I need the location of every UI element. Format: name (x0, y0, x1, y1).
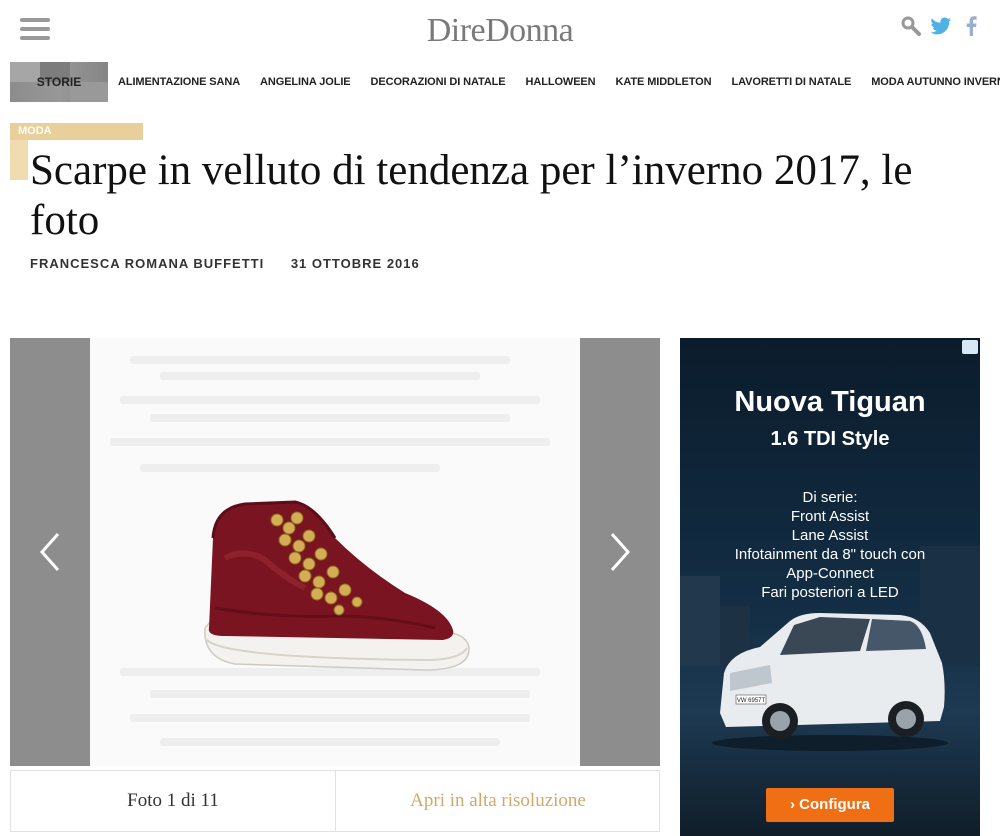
ad-feature: Fari posteriori a LED (761, 584, 899, 601)
nav-storie-button[interactable]: STORIE (10, 62, 108, 102)
ad-features: Di serie: Front Assist Lane Assist Infot… (680, 488, 980, 602)
photo-gallery (10, 338, 660, 766)
header-icons (900, 14, 982, 38)
twitter-icon[interactable] (930, 14, 952, 38)
configura-label: Configura (799, 796, 870, 813)
chevron-right-icon: › (790, 796, 800, 813)
car-image: VW 6957T (712, 613, 948, 751)
nav-item-alimentazione-sana[interactable]: ALIMENTAZIONE SANA (118, 76, 240, 88)
nav-item-moda-autunno-inverno[interactable]: MODA AUTUNNO INVERNO (871, 76, 1000, 88)
article-title: Scarpe in velluto di tendenza per l’inve… (30, 147, 913, 244)
gallery-counter: Foto 1 di 11 (127, 790, 219, 811)
main-nav: STORIE ALIMENTAZIONE SANA ANGELINA JOLIE… (10, 62, 1000, 104)
category-decoration (10, 140, 28, 180)
gallery-photo[interactable] (90, 338, 580, 766)
article-meta: FRANCESCA ROMANA BUFFETTI 31 OTTOBRE 201… (30, 256, 420, 271)
ad-feature: App-Connect (786, 565, 874, 582)
nav-items: ALIMENTAZIONE SANA ANGELINA JOLIE DECORA… (118, 76, 1000, 88)
nav-item-kate-middleton[interactable]: KATE MIDDLETON (616, 76, 712, 88)
nav-item-decorazioni-di-natale[interactable]: DECORAZIONI DI NATALE (371, 76, 506, 88)
search-icon[interactable] (900, 14, 922, 38)
ad-feature: Front Assist (790, 508, 870, 525)
category-badge[interactable]: MODA (10, 123, 143, 140)
ad-feature: Lane Assist (791, 527, 869, 544)
adchoices-icon[interactable] (962, 340, 978, 354)
gallery-next-button[interactable] (580, 338, 660, 766)
chevron-left-icon (39, 533, 60, 571)
ad-banner[interactable]: Nuova Tiguan 1.6 TDI Style Di serie: Fro… (680, 338, 980, 836)
facebook-icon[interactable] (960, 14, 982, 38)
configura-button[interactable]: › Configura (766, 788, 894, 822)
category-label: MODA (18, 125, 52, 137)
nav-item-lavoretti-di-natale[interactable]: LAVORETTI DI NATALE (731, 76, 851, 88)
gallery-prev-button[interactable] (10, 338, 90, 766)
nav-storie-label: STORIE (36, 75, 82, 89)
ad-plate: VW 6957T (737, 698, 766, 704)
ad-subtitle: 1.6 TDI Style (770, 428, 890, 450)
ad-title: Nuova Tiguan (734, 386, 926, 418)
shoe-image (204, 500, 470, 671)
open-hires-link[interactable]: Apri in alta risoluzione (336, 771, 660, 831)
gallery-footer: Foto 1 di 11 Apri in alta risoluzione (10, 770, 660, 832)
article-author[interactable]: FRANCESCA ROMANA BUFFETTI (30, 256, 264, 271)
site-header: DireDonna (0, 0, 1000, 60)
ad-feature: Infotainment da 8" touch con (734, 546, 926, 563)
chevron-right-icon (610, 533, 631, 571)
article-date: 31 OTTOBRE 2016 (290, 256, 420, 271)
ad-feature: Di serie: (802, 489, 858, 506)
nav-item-angelina-jolie[interactable]: ANGELINA JOLIE (260, 76, 351, 88)
site-logo[interactable]: DireDonna (0, 12, 1000, 50)
nav-item-halloween[interactable]: HALLOWEEN (526, 76, 596, 88)
